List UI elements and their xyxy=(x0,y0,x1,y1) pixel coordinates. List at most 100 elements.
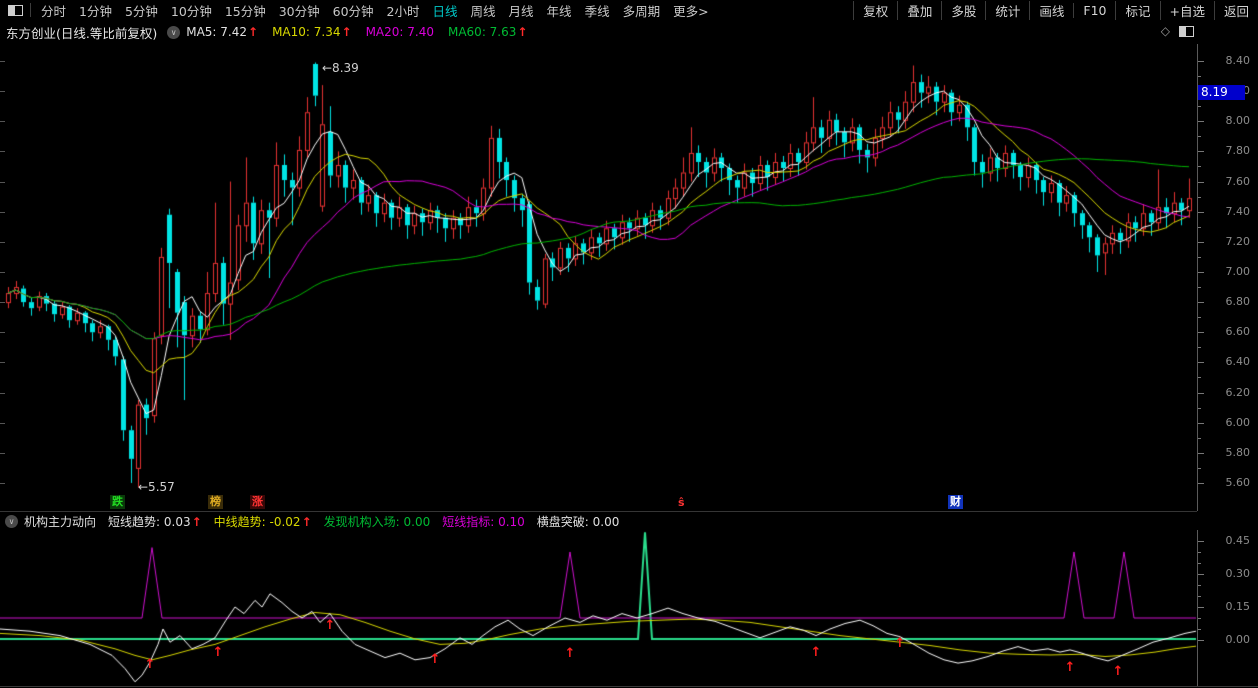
indicator-value: 发现机构入场: 0.00 xyxy=(323,514,431,529)
action-复权[interactable]: 复权 xyxy=(853,0,897,20)
tab-15分钟[interactable]: 15分钟 xyxy=(225,1,266,20)
tab-年线[interactable]: 年线 xyxy=(547,1,572,20)
axis-tick xyxy=(0,212,5,213)
action-多股[interactable]: 多股 xyxy=(941,0,985,20)
axis-tick xyxy=(1198,76,1201,77)
axis-tick xyxy=(1198,453,1204,454)
restore-window-icon[interactable] xyxy=(1179,25,1194,37)
axis-tick-label: 7.80 xyxy=(1225,144,1251,158)
indicator-value: 短线趋势: 0.03↑ xyxy=(108,514,202,529)
axis-tick-label: 8.00 xyxy=(1225,114,1251,128)
buy-signal-arrow-icon: ↑ xyxy=(810,644,822,660)
candlestick-chart[interactable] xyxy=(0,44,1197,512)
axis-tick xyxy=(0,151,5,152)
indicator-header: ∨ 机构主力动向 短线趋势: 0.03↑ 中线趋势: -0.02↑ 发现机构入场: … xyxy=(0,512,1258,530)
indicator-value: 横盘突破: 0.00 xyxy=(536,514,620,529)
chevron-down-icon[interactable]: ∨ xyxy=(5,514,18,528)
indicator-values: 短线趋势: 0.03↑ 中线趋势: -0.02↑ 发现机构入场: 0.00 短线指标:… xyxy=(108,513,631,530)
axis-tick xyxy=(0,272,5,273)
axis-tick-label: 7.40 xyxy=(1225,204,1251,218)
diamond-icon[interactable]: ◇ xyxy=(1161,24,1170,38)
axis-tick xyxy=(1198,257,1201,258)
tab-60分钟[interactable]: 60分钟 xyxy=(333,1,374,20)
axis-tick xyxy=(1198,121,1204,122)
action-返回[interactable]: 返回 xyxy=(1213,0,1258,20)
action-统计[interactable]: 统计 xyxy=(985,0,1029,20)
axis-tick xyxy=(1198,136,1201,137)
axis-tick-label: 7.00 xyxy=(1225,264,1251,278)
axis-tick xyxy=(1198,362,1204,363)
ma-legend: MA5: 7.42↑ MA10: 7.34↑ MA20: 7.40 MA60: 7.6… xyxy=(186,25,541,39)
tab-1分钟[interactable]: 1分钟 xyxy=(79,1,112,20)
axis-tick xyxy=(1198,640,1204,641)
tab-2小时[interactable]: 2小时 xyxy=(387,1,420,20)
axis-tick-label: 0.45 xyxy=(1225,534,1251,547)
axis-tick xyxy=(0,242,5,243)
axis-tick xyxy=(1198,596,1201,597)
axis-tick-label: 5.80 xyxy=(1225,445,1251,459)
tab-更多>[interactable]: 更多> xyxy=(673,1,708,20)
axis-tick xyxy=(1198,272,1204,273)
indicator-value: 中线趋势: -0.02↑ xyxy=(213,514,312,529)
up-arrow-icon: ↑ xyxy=(191,514,202,529)
action-F10[interactable]: F10 xyxy=(1073,2,1115,18)
chevron-down-icon[interactable]: ∨ xyxy=(167,25,181,39)
axis-tick-label: 0.30 xyxy=(1225,567,1251,580)
indicator-chart[interactable] xyxy=(0,530,1197,686)
ma-value: MA10: 7.34↑ xyxy=(272,25,352,39)
tab-周线[interactable]: 周线 xyxy=(471,1,496,20)
axis-tick xyxy=(1198,408,1201,409)
buy-signal-arrow-icon: ↑ xyxy=(144,656,156,672)
axis-tick xyxy=(1198,347,1201,348)
action-标记[interactable]: 标记 xyxy=(1115,0,1159,20)
axis-tick xyxy=(0,423,5,424)
ma-value: MA5: 7.42↑ xyxy=(186,25,259,39)
tab-分时[interactable]: 分时 xyxy=(41,1,66,20)
axis-tick xyxy=(1198,332,1204,333)
axis-tick xyxy=(1198,574,1204,575)
ma-value: MA60: 7.63↑ xyxy=(447,25,528,39)
indicator-title: 机构主力动向 xyxy=(24,514,97,529)
axis-tick xyxy=(0,393,5,394)
current-price-tag: 8.19 xyxy=(1198,84,1245,100)
axis-tick-label: 0.00 xyxy=(1225,633,1251,646)
tab-日线[interactable]: 日线 xyxy=(433,1,458,20)
axis-tick-label: 6.00 xyxy=(1225,415,1251,429)
axis-tick-label: 6.20 xyxy=(1225,385,1251,399)
action-叠加[interactable]: 叠加 xyxy=(897,0,941,20)
axis-tick xyxy=(1198,423,1204,424)
price-annotation: ←8.39 xyxy=(322,61,359,75)
action-+自选[interactable]: +自选 xyxy=(1159,0,1214,20)
axis-tick xyxy=(1198,585,1201,586)
tab-30分钟[interactable]: 30分钟 xyxy=(279,1,320,20)
buy-signal-arrow-icon: ↑ xyxy=(212,645,224,661)
window-icon[interactable] xyxy=(8,4,23,16)
axis-tick xyxy=(1198,212,1204,213)
axis-tick xyxy=(1198,552,1201,553)
axis-tick xyxy=(1198,182,1204,183)
axis-tick xyxy=(1198,468,1201,469)
tab-5分钟[interactable]: 5分钟 xyxy=(125,1,158,20)
axis-tick-label: 5.60 xyxy=(1225,475,1251,489)
action-画线[interactable]: 画线 xyxy=(1029,0,1073,20)
event-badge: 跌 xyxy=(110,495,125,509)
up-arrow-icon: ↑ xyxy=(517,25,528,39)
axis-tick xyxy=(1198,317,1201,318)
axis-tick-label: 7.20 xyxy=(1225,234,1251,248)
price-annotation: ←5.57 xyxy=(138,480,175,494)
tab-月线[interactable]: 月线 xyxy=(509,1,534,20)
event-badge: 财 xyxy=(948,495,963,509)
axis-tick xyxy=(0,91,5,92)
bottom-edge xyxy=(0,686,1258,687)
axis-tick-label: 0.15 xyxy=(1225,600,1251,613)
tab-多周期[interactable]: 多周期 xyxy=(623,1,661,20)
tab-季线[interactable]: 季线 xyxy=(585,1,610,20)
axis-tick xyxy=(1198,106,1201,107)
stock-title: 东方创业(日线.等比前复权) xyxy=(6,25,158,41)
axis-tick xyxy=(1198,287,1201,288)
top-toolbar: 分时 1分钟 5分钟 10分钟 15分钟 30分钟 60分钟 2小时 日线 周线 月线 年线 季线 多周期… xyxy=(0,0,1258,21)
axis-tick xyxy=(0,483,5,484)
buy-signal-arrow-icon: ↑ xyxy=(564,646,576,662)
tab-10分钟[interactable]: 10分钟 xyxy=(171,1,212,20)
axis-tick xyxy=(0,332,5,333)
